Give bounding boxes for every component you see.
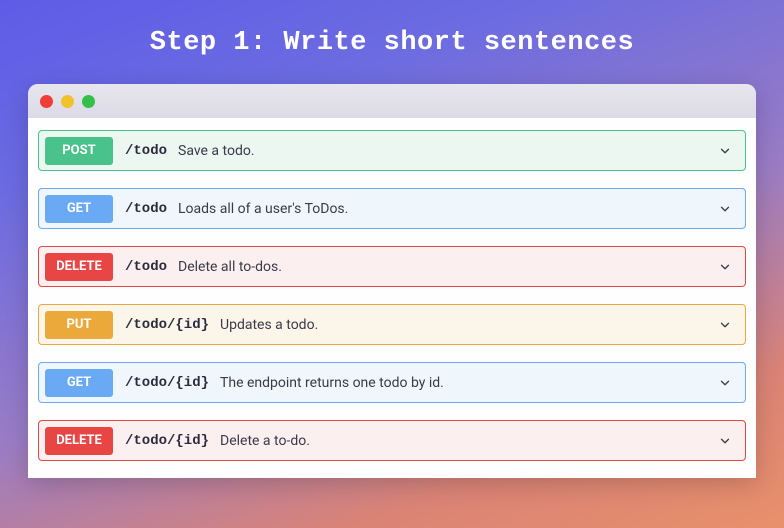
chevron-down-icon[interactable] bbox=[717, 433, 733, 449]
endpoint-row[interactable]: DELETE/todo/{id} Delete a to-do. bbox=[38, 420, 746, 461]
endpoint-list: POST/todo Save a todo. GET/todo Loads all o… bbox=[28, 118, 756, 461]
endpoint-row[interactable]: PUT/todo/{id} Updates a todo. bbox=[38, 304, 746, 345]
close-icon[interactable] bbox=[40, 95, 53, 108]
page-title: Step 1: Write short sentences bbox=[28, 28, 756, 58]
endpoint-path: /todo/{id} bbox=[125, 317, 209, 333]
endpoint-description: Delete a to-do. bbox=[220, 433, 717, 449]
minimize-icon[interactable] bbox=[61, 95, 74, 108]
endpoint-row[interactable]: GET/todo Loads all of a user's ToDos. bbox=[38, 188, 746, 229]
endpoint-path: /todo/{id} bbox=[125, 433, 209, 449]
endpoint-path: /todo bbox=[125, 259, 167, 275]
endpoint-description: The endpoint returns one todo by id. bbox=[220, 375, 717, 391]
endpoint-description: Updates a todo. bbox=[220, 317, 717, 333]
endpoint-description: Loads all of a user's ToDos. bbox=[178, 201, 717, 217]
method-badge: GET bbox=[45, 195, 113, 223]
endpoint-row[interactable]: DELETE/todo Delete all to-dos. bbox=[38, 246, 746, 287]
chevron-down-icon[interactable] bbox=[717, 259, 733, 275]
endpoint-description: Save a todo. bbox=[178, 143, 717, 159]
method-badge: POST bbox=[45, 137, 113, 165]
endpoint-path: /todo bbox=[125, 201, 167, 217]
window-titlebar bbox=[28, 84, 756, 118]
endpoint-row[interactable]: GET/todo/{id} The endpoint returns one to… bbox=[38, 362, 746, 403]
maximize-icon[interactable] bbox=[82, 95, 95, 108]
chevron-down-icon[interactable] bbox=[717, 143, 733, 159]
method-badge: DELETE bbox=[45, 253, 113, 281]
endpoint-path: /todo/{id} bbox=[125, 375, 209, 391]
endpoint-description: Delete all to-dos. bbox=[178, 259, 717, 275]
endpoint-path: /todo bbox=[125, 143, 167, 159]
method-badge: PUT bbox=[45, 311, 113, 339]
chevron-down-icon[interactable] bbox=[717, 317, 733, 333]
chevron-down-icon[interactable] bbox=[717, 375, 733, 391]
api-window: POST/todo Save a todo. GET/todo Loads all o… bbox=[28, 84, 756, 478]
method-badge: DELETE bbox=[45, 427, 113, 455]
chevron-down-icon[interactable] bbox=[717, 201, 733, 217]
method-badge: GET bbox=[45, 369, 113, 397]
endpoint-row[interactable]: POST/todo Save a todo. bbox=[38, 130, 746, 171]
